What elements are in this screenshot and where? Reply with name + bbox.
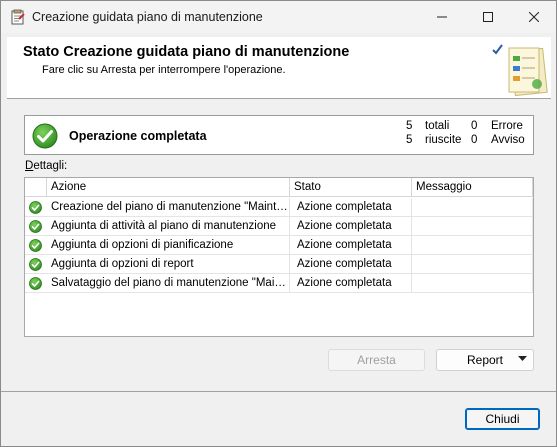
success-label: riuscite: [425, 134, 462, 146]
cell-state: Azione completata: [290, 217, 412, 236]
success-check-icon: [29, 277, 42, 290]
cell-state: Azione completata: [290, 198, 412, 217]
maximize-icon: [483, 12, 493, 22]
title-bar[interactable]: Creazione guidata piano di manutenzione: [1, 1, 556, 33]
cell-state: Azione completata: [290, 236, 412, 255]
cell-state: Azione completata: [290, 255, 412, 274]
stop-button-label: Arresta: [357, 353, 396, 367]
cell-message: [412, 217, 533, 236]
table-row[interactable]: Creazione del piano di manutenzione "Mai…: [25, 198, 533, 217]
checklist-graphic-icon: [491, 40, 549, 98]
total-label: totali: [425, 120, 450, 132]
total-count: 5: [406, 120, 413, 132]
error-label: Errore: [491, 120, 523, 132]
close-button-label: Chiudi: [485, 412, 520, 426]
maximize-button[interactable]: [465, 1, 511, 33]
cell-action: Salvataggio del piano di manutenzione "M…: [47, 274, 290, 293]
cell-message: [412, 274, 533, 293]
error-count: 0: [471, 120, 478, 132]
minimize-icon: [437, 16, 447, 18]
warning-label: Avviso: [491, 134, 525, 146]
success-check-icon: [29, 258, 42, 271]
page-title: Stato Creazione guidata piano di manuten…: [23, 44, 350, 60]
cell-message: [412, 236, 533, 255]
close-button[interactable]: Chiudi: [465, 408, 540, 430]
close-window-button[interactable]: [511, 1, 556, 33]
column-header-action[interactable]: Azione: [47, 178, 290, 197]
wizard-window: Creazione guidata piano di manutenzione …: [0, 0, 557, 447]
table-row[interactable]: Aggiunta di opzioni di report Azione comp…: [25, 255, 533, 274]
details-grid[interactable]: Azione Stato Messaggio Creazione del pia…: [24, 177, 534, 337]
status-message: Operazione completata: [69, 129, 207, 143]
warning-count: 0: [471, 134, 478, 146]
stop-button[interactable]: Arresta: [328, 349, 425, 371]
cell-message: [412, 198, 533, 217]
success-check-icon: [29, 239, 42, 252]
column-header-message[interactable]: Messaggio: [412, 178, 533, 197]
cell-state: Azione completata: [290, 274, 412, 293]
success-count: 5: [406, 134, 413, 146]
report-button-label: Report: [466, 353, 504, 367]
footer-separator: [1, 391, 556, 392]
cell-message: [412, 255, 533, 274]
cell-action: Aggiunta di opzioni di pianificazione: [47, 236, 290, 255]
cell-action: Creazione del piano di manutenzione "Mai…: [47, 198, 290, 217]
success-check-icon: [29, 220, 42, 233]
header-icon-column[interactable]: [25, 178, 47, 197]
grid-header: Azione Stato Messaggio: [25, 178, 533, 197]
close-icon: [529, 12, 539, 22]
column-header-state[interactable]: Stato: [290, 178, 412, 197]
table-row[interactable]: Salvataggio del piano di manutenzione "M…: [25, 274, 533, 293]
table-row[interactable]: Aggiunta di attività al piano di manuten…: [25, 217, 533, 236]
wizard-header: Stato Creazione guidata piano di manuten…: [7, 37, 551, 99]
operation-status-panel: Operazione completata 5 totali 0 Errore …: [24, 115, 534, 155]
dropdown-arrow-icon: [518, 354, 527, 366]
page-subtitle: Fare clic su Arresta per interrompere l'…: [42, 64, 286, 76]
details-label-rest: ettagli:: [33, 160, 68, 172]
cell-action: Aggiunta di opzioni di report: [47, 255, 290, 274]
minimize-button[interactable]: [419, 1, 465, 33]
window-title: Creazione guidata piano di manutenzione: [32, 10, 263, 24]
report-button[interactable]: Report: [436, 349, 534, 371]
success-check-icon: [29, 201, 42, 214]
table-row[interactable]: Aggiunta di opzioni di pianificazione Azi…: [25, 236, 533, 255]
success-check-icon: [32, 123, 58, 149]
details-label: Dettagli:: [25, 160, 67, 172]
cell-action: Aggiunta di attività al piano di manuten…: [47, 217, 290, 236]
app-icon: [10, 9, 26, 25]
